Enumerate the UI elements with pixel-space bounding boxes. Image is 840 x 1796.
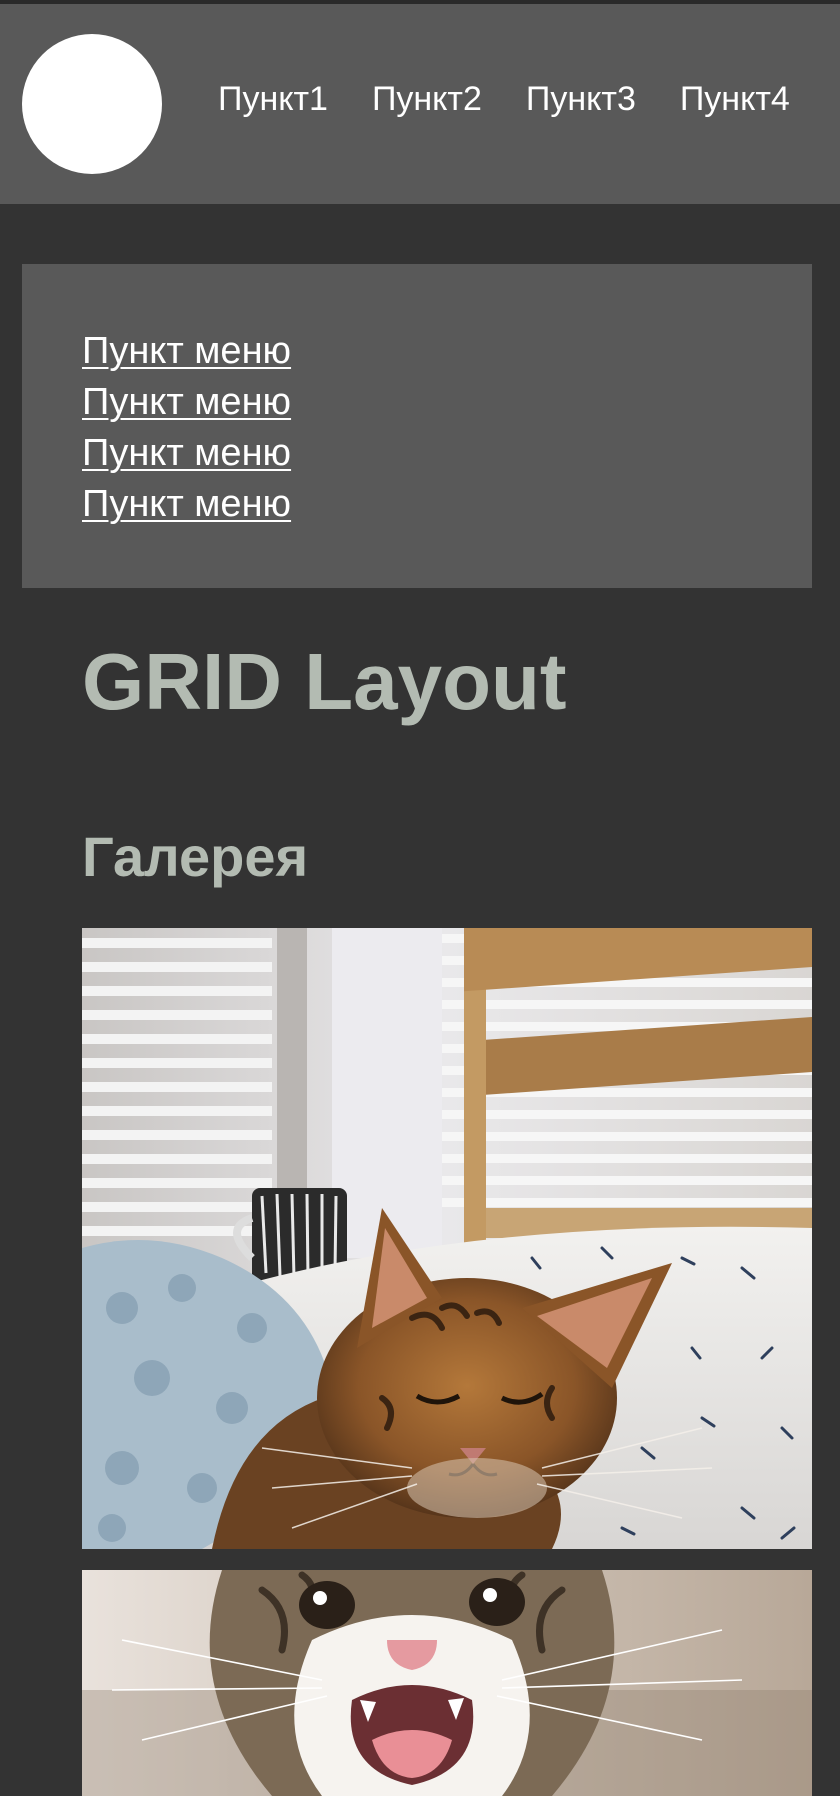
menu-link-2[interactable]: Пункт меню (82, 381, 291, 423)
top-nav: Пункт1 Пункт2 Пункт3 Пункт4 (218, 82, 790, 116)
nav-item-1[interactable]: Пункт1 (218, 82, 328, 116)
menu-link-4[interactable]: Пункт меню (82, 483, 291, 525)
page-title: GRID Layout (82, 637, 567, 726)
nav-item-4[interactable]: Пункт4 (680, 82, 790, 116)
menu-item: Пункт меню (82, 326, 291, 377)
gallery-title: Галерея (82, 825, 309, 888)
menu-item: Пункт меню (82, 479, 291, 530)
menu-item: Пункт меню (82, 377, 291, 428)
gallery-image-sleeping-cat (82, 928, 812, 1549)
meowing-cat-picture (82, 1570, 812, 1796)
menu-item: Пункт меню (82, 428, 291, 479)
gallery-image-meowing-cat (82, 1570, 812, 1796)
nav-item-3[interactable]: Пункт3 (526, 82, 636, 116)
menu-link-1[interactable]: Пункт меню (82, 330, 291, 372)
nav-item-2[interactable]: Пункт2 (372, 82, 482, 116)
site-header: Пункт1 Пункт2 Пункт3 Пункт4 (0, 4, 840, 204)
menu-link-3[interactable]: Пункт меню (82, 432, 291, 474)
logo[interactable] (22, 34, 162, 174)
side-menu: Пункт меню Пункт меню Пункт меню Пункт м… (22, 264, 812, 588)
menu-list: Пункт меню Пункт меню Пункт меню Пункт м… (82, 326, 291, 530)
sleeping-cat-picture (82, 928, 812, 1549)
